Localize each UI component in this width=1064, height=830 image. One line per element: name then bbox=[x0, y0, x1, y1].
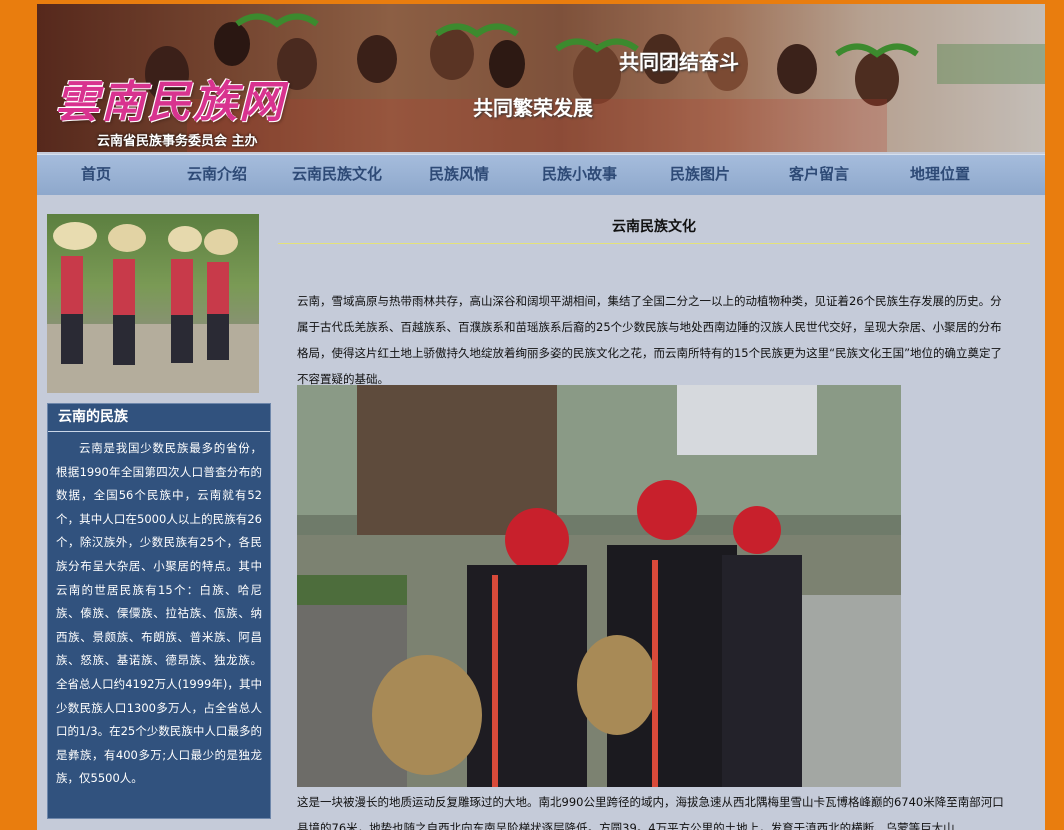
geography-paragraph: 这是一块被漫长的地质运动反复雕琢过的大地。南北990公里跨径的域内，海拔急速从西… bbox=[297, 795, 1004, 830]
nav-ethnic-customs[interactable]: 民族风情 bbox=[429, 155, 489, 195]
nav-ethnic-culture[interactable]: 云南民族文化 bbox=[292, 155, 382, 195]
page-title: 云南民族文化 bbox=[612, 219, 696, 235]
sidebar-box-text: 云南是我国少数民族最多的省份，根据1990年全国第四次人口普查分布的数据，全国5… bbox=[56, 441, 262, 786]
page: 雲南民族网 云南省民族事务委员会 主办 共同团结奋斗 共同繁荣发展 首页 云南介… bbox=[37, 4, 1045, 830]
sidebar-box-title: 云南的民族 bbox=[48, 404, 270, 432]
main-nav: 首页 云南介绍 云南民族文化 民族风情 民族小故事 民族图片 客户留言 地理位置 bbox=[37, 154, 1045, 195]
title-divider bbox=[278, 243, 1030, 244]
nav-ethnic-stories[interactable]: 民族小故事 bbox=[542, 155, 617, 195]
sidebar-photo bbox=[47, 214, 259, 393]
nav-guestbook[interactable]: 客户留言 bbox=[789, 155, 849, 195]
header-banner: 雲南民族网 云南省民族事务委员会 主办 共同团结奋斗 共同繁荣发展 bbox=[37, 4, 1045, 152]
nav-home[interactable]: 首页 bbox=[81, 155, 111, 195]
intro-paragraph: 云南，雪域高原与热带雨林共存，高山深谷和阔坝平湖相间，集结了全国二分之一以上的动… bbox=[297, 294, 1003, 386]
main-photo bbox=[297, 385, 901, 787]
nav-ethnic-photos[interactable]: 民族图片 bbox=[670, 155, 730, 195]
nav-yunnan-intro[interactable]: 云南介绍 bbox=[187, 155, 247, 195]
slogan-unity: 共同团结奋斗 bbox=[619, 50, 739, 74]
slogan-prosperity: 共同繁荣发展 bbox=[473, 96, 593, 120]
nav-location[interactable]: 地理位置 bbox=[910, 155, 970, 195]
site-logo[interactable]: 雲南民族网 bbox=[55, 66, 285, 130]
host-organization: 云南省民族事务委员会 主办 bbox=[97, 134, 258, 149]
sidebar-ethnic-groups-box: 云南的民族 云南是我国少数民族最多的省份，根据1990年全国第四次人口普查分布的… bbox=[47, 403, 271, 819]
